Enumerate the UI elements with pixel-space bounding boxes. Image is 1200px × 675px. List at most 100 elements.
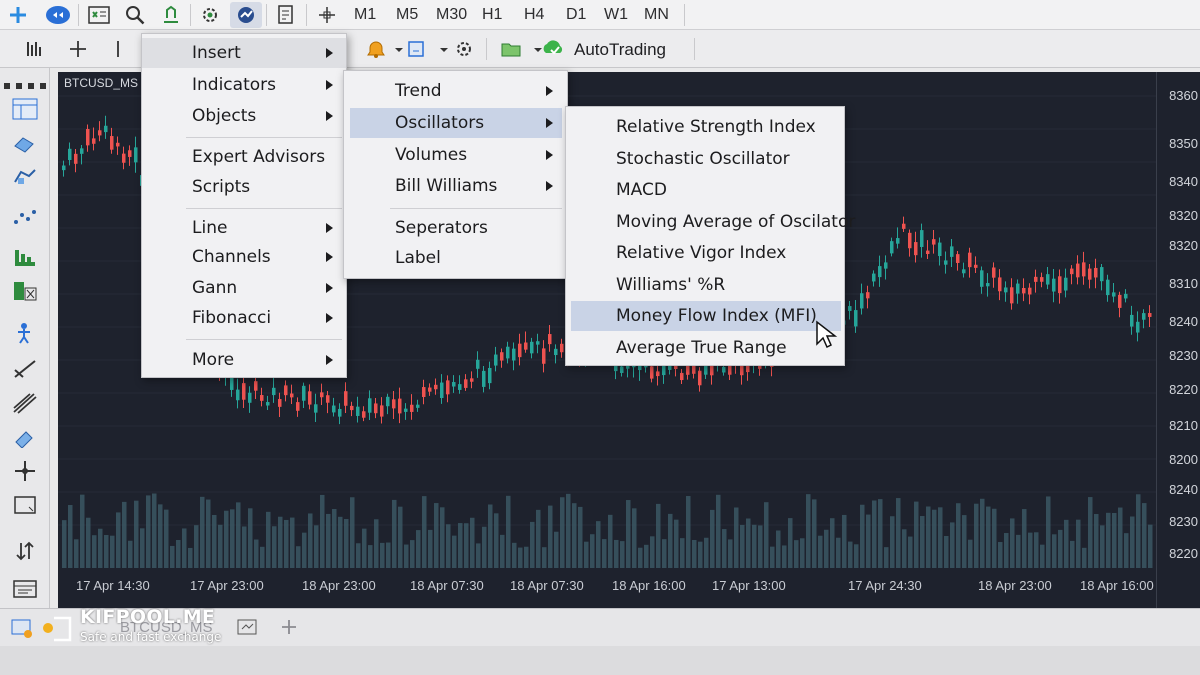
options-gear-icon[interactable]: [196, 2, 224, 28]
crosshair-plus-icon[interactable]: [66, 36, 90, 62]
timeframe-h1[interactable]: H1: [482, 2, 502, 28]
timeframe-m5[interactable]: M5: [396, 2, 418, 28]
volume-bar: [494, 513, 499, 568]
menu-item-fibonacci[interactable]: Fibonacci: [142, 303, 346, 333]
save-template-icon[interactable]: [392, 36, 428, 62]
menu-item-money-flow-index[interactable]: Money Flow Index (MFI): [571, 301, 841, 331]
histogram-tool-icon[interactable]: [10, 242, 40, 268]
menu-item-oscillators[interactable]: Oscillators: [350, 108, 562, 138]
menu-item-stochastic[interactable]: Stochastic Oscillator: [566, 144, 844, 174]
eraser-tool-icon[interactable]: [10, 424, 40, 450]
menu-item-insert[interactable]: Insert: [142, 38, 346, 68]
menu-item-average-true-range[interactable]: Average True Range: [566, 333, 844, 363]
menu-item-volumes[interactable]: Volumes: [344, 140, 567, 170]
bar-chart-tool-icon[interactable]: [10, 130, 40, 156]
timeframe-d1[interactable]: D1: [566, 2, 586, 28]
folder-open-icon[interactable]: [498, 36, 526, 62]
volume-bar: [842, 514, 847, 568]
timeframe-m1[interactable]: M1: [354, 2, 376, 28]
menu-item-williams-r[interactable]: Williams' %R: [566, 270, 844, 300]
template-icon[interactable]: [274, 2, 298, 28]
timeframe-w1[interactable]: W1: [604, 2, 628, 28]
candle-body: [854, 310, 858, 327]
volume-bar: [356, 543, 361, 568]
tab-small-chart-icon[interactable]: [236, 617, 258, 637]
volume-bar: [722, 529, 727, 568]
volume-bar: [560, 497, 565, 568]
volume-bar: [266, 511, 271, 568]
timeframe-mn[interactable]: MN: [644, 2, 669, 28]
tab-window-icon[interactable]: [10, 617, 34, 639]
market-watch-icon[interactable]: [86, 2, 112, 28]
menu-item-macd[interactable]: MACD: [566, 175, 844, 205]
add-tab-plus-icon[interactable]: [278, 617, 300, 637]
terminal-window-icon[interactable]: [10, 576, 40, 602]
candle-body: [104, 125, 108, 133]
volume-bar: [644, 544, 649, 568]
candle-body: [530, 341, 534, 354]
new-chart-plus-icon[interactable]: [6, 2, 30, 28]
channel-tool-icon[interactable]: [10, 390, 40, 416]
volume-bar: [1052, 534, 1057, 568]
menu-item-bill-williams[interactable]: Bill Williams: [344, 171, 567, 201]
time-tick: 18 Apr 16:00: [612, 578, 686, 593]
candlestick-tool-icon[interactable]: [10, 164, 40, 190]
candle-body: [434, 384, 438, 390]
scatter-tool-icon[interactable]: [10, 204, 40, 230]
candle-body: [386, 396, 390, 407]
menu-item-seperators[interactable]: Seperators: [344, 213, 567, 243]
rectangle-tool-icon[interactable]: [10, 492, 40, 518]
volume-bar: [194, 525, 199, 568]
vertical-line-icon[interactable]: [108, 36, 128, 62]
cursor-person-icon[interactable]: [10, 320, 40, 346]
volume-bar: [758, 525, 763, 568]
volume-bar: [860, 504, 865, 568]
data-window-icon[interactable]: [22, 36, 48, 62]
navigator-icon[interactable]: [158, 2, 184, 28]
menu-item-indicators[interactable]: Indicators: [142, 70, 346, 100]
volume-bar: [158, 504, 163, 568]
volume-bar: [506, 495, 511, 568]
menu-item-expert-advisors[interactable]: Expert Advisors: [142, 142, 346, 172]
candle-body: [1076, 263, 1080, 278]
candle-body: [362, 411, 366, 418]
volume-bar: [566, 493, 571, 568]
menu-item-objects[interactable]: Objects: [142, 101, 346, 131]
window-tile-icon[interactable]: [10, 278, 40, 304]
menu-item-moving-average-oscillator[interactable]: Moving Average of Oscilator: [566, 207, 855, 237]
volume-bar: [518, 547, 523, 568]
chart-style-icon[interactable]: [230, 2, 262, 28]
trendline-tool-icon[interactable]: [10, 356, 40, 382]
volume-bar: [212, 514, 217, 568]
volume-bar: [386, 542, 391, 568]
chart-context-menu: Insert Indicators Objects Expert Advisor…: [141, 33, 347, 378]
menu-item-more[interactable]: More: [142, 345, 346, 375]
chart-window-icon[interactable]: [10, 96, 40, 122]
volume-bar: [824, 529, 829, 568]
menu-item-trend[interactable]: Trend: [344, 76, 567, 106]
settings-cog-icon[interactable]: [436, 36, 478, 62]
menu-item-rsi[interactable]: Relative Strength Index: [566, 112, 844, 142]
menu-item-label[interactable]: Label: [344, 243, 567, 273]
sort-arrows-icon[interactable]: [10, 538, 40, 564]
autotrading-button[interactable]: AutoTrading: [574, 40, 666, 60]
zoom-icon[interactable]: [122, 2, 148, 28]
move-arrows-icon[interactable]: [10, 458, 40, 484]
crosshair-period-icon[interactable]: [316, 2, 338, 28]
timeframe-m30[interactable]: M30: [436, 2, 467, 28]
alerts-bell-icon[interactable]: [362, 36, 390, 62]
menu-item-gann[interactable]: Gann: [142, 273, 346, 303]
autotrading-icon[interactable]: [530, 36, 570, 62]
menu-item-line[interactable]: Line: [142, 213, 346, 243]
volume-bar: [962, 515, 967, 568]
menu-item-relative-vigor-index[interactable]: Relative Vigor Index: [566, 238, 844, 268]
profiles-icon[interactable]: [44, 2, 72, 28]
volume-bar: [1058, 529, 1063, 568]
candle-body: [950, 246, 954, 257]
menu-item-channels[interactable]: Channels: [142, 242, 346, 272]
volume-bar: [1112, 512, 1117, 568]
candle-body: [296, 402, 300, 411]
timeframe-h4[interactable]: H4: [524, 2, 544, 28]
menu-item-scripts[interactable]: Scripts: [142, 172, 346, 202]
candle-body: [1052, 278, 1056, 292]
